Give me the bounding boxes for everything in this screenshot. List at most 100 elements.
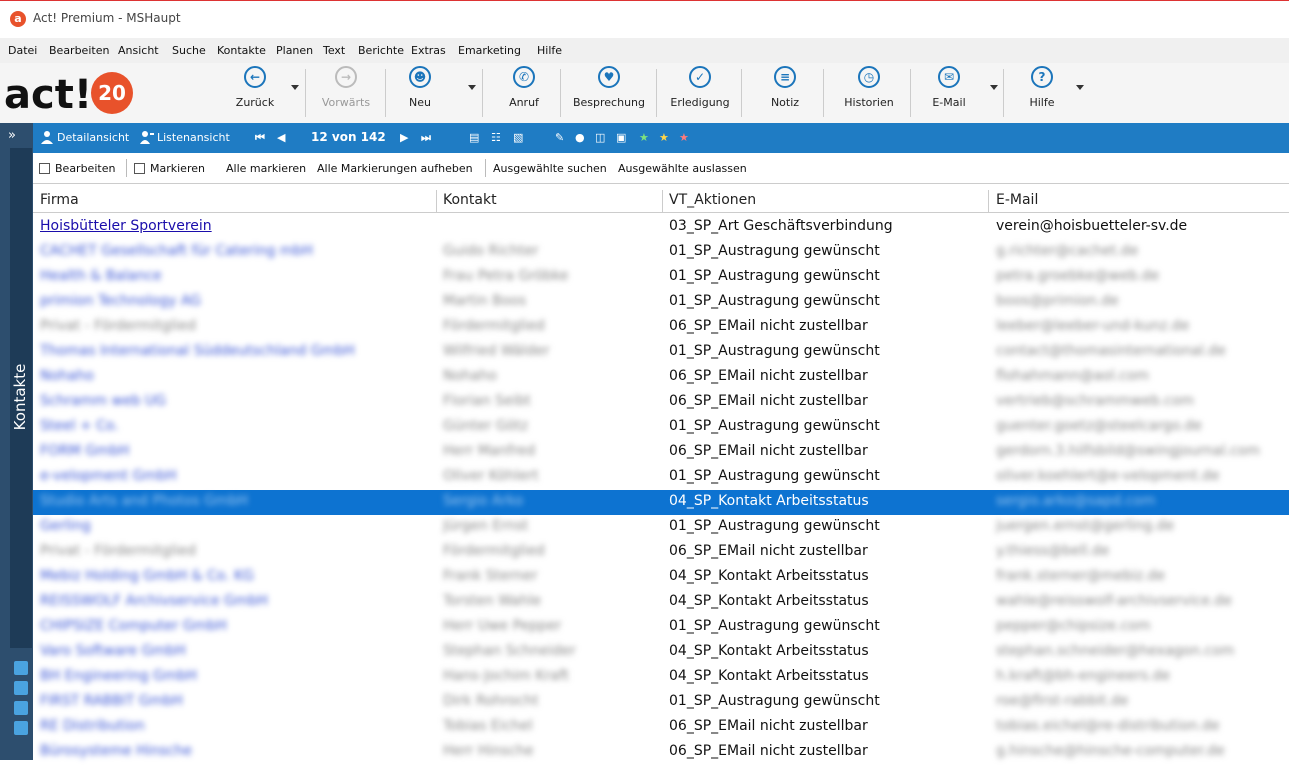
menu-suche[interactable]: Suche [172,44,206,57]
lookup-icon[interactable]: ☷ [491,131,501,144]
table-row[interactable]: Studio Arts and Photos GmbH Sergio Arko 04… [33,490,1289,515]
menu-ansicht[interactable]: Ansicht [118,44,159,57]
cell-firma[interactable]: REISSWOLF Archivservice GmbH [40,593,430,609]
table-row[interactable]: Steel + Co. Günter Götz 01_SP_Austragung g… [33,415,1289,440]
cell-firma[interactable]: Health & Balance [40,268,430,284]
cell-firma[interactable]: Hoisbütteler Sportverein [40,218,430,234]
cell-firma[interactable]: Nohaho [40,368,430,384]
kontakte-panel-tab[interactable]: Kontakte [10,148,32,648]
email-dropdown-icon[interactable] [990,85,998,90]
table-row[interactable]: Nohaho Nohaho 06_SP_EMail nicht zustellbar… [33,365,1289,390]
column-header-firma[interactable]: Firma [40,192,79,208]
menu-emarketing[interactable]: Emarketing [458,44,521,57]
back-dropdown-icon[interactable] [291,85,299,90]
report-icon[interactable]: ▧ [513,131,523,144]
table-row[interactable]: Privat - Fördermitglied Fördermitglied 06_… [33,540,1289,565]
menu-bearbeiten[interactable]: Bearbeiten [49,44,109,57]
calendar-icon[interactable] [14,721,28,735]
column-header-kontakt[interactable]: Kontakt [443,192,497,208]
menu-kontakte[interactable]: Kontakte [217,44,266,57]
menu-berichte[interactable]: Berichte [358,44,404,57]
table-row[interactable]: e-velopment GmbH Oliver Köhlert 01_SP_Aust… [33,465,1289,490]
table-row[interactable]: Gerling Jürgen Ernst 01_SP_Austragung gewü… [33,515,1289,540]
mark-checkbox[interactable] [134,163,145,174]
column-header-vt-aktionen[interactable]: VT_Aktionen [669,192,756,208]
menu-planen[interactable]: Planen [276,44,313,57]
menu-hilfe[interactable]: Hilfe [537,44,562,57]
contact-icon[interactable] [14,661,28,675]
cell-firma[interactable]: Gerling [40,518,430,534]
cell-firma[interactable]: Privat - Fördermitglied [40,318,430,334]
cell-firma[interactable]: RE Distribution [40,718,430,734]
table-row[interactable]: Mebiz Holding GmbH & Co. KG Frank Sterner… [33,565,1289,590]
new-button[interactable]: ☻ Neu [395,66,445,120]
table-row[interactable]: FORM GmbH Herr Manfred 06_SP_EMail nicht z… [33,440,1289,465]
edit-checkbox[interactable] [39,163,50,174]
mark-all-button[interactable]: Alle markieren [226,162,306,175]
table-row[interactable]: Varo Software GmbH Stephan Schneider 04_SP… [33,640,1289,665]
table-row[interactable]: Health & Balance Frau Petra Gröbke 01_SP_A… [33,265,1289,290]
table-row[interactable]: REISSWOLF Archivservice GmbH Torsten Wahl… [33,590,1289,615]
call-button[interactable]: ✆ Anruf [495,66,553,120]
back-button[interactable]: ← Zurück [225,66,285,120]
cell-firma[interactable]: primion Technology AG [40,293,430,309]
cell-firma[interactable]: CACHET Gesellschaft für Catering mbH [40,243,430,259]
cell-firma[interactable]: Bürosysteme Hinsche [40,743,430,759]
previous-record-icon[interactable]: ◀ [277,131,285,144]
omit-selected-button[interactable]: Ausgewählte auslassen [618,162,747,175]
todo-button[interactable]: ✓ Erledigung [665,66,735,120]
column-header-email[interactable]: E-Mail [996,192,1038,208]
detail-view-button[interactable]: Detailansicht [57,131,129,144]
first-record-icon[interactable]: ⏮ [255,131,265,145]
search-selected-button[interactable]: Ausgewählte suchen [493,162,607,175]
yellow-star-icon[interactable]: ★ [659,131,669,144]
cell-firma[interactable]: BH Engineering GmbH [40,668,430,684]
group-icon[interactable] [14,681,28,695]
last-record-icon[interactable]: ⏭ [421,131,431,145]
menu-datei[interactable]: Datei [8,44,37,57]
table-row[interactable]: RE Distribution Tobias Eichel 06_SP_EMail … [33,715,1289,740]
table-row[interactable]: Schramm web UG Florian Seibt 06_SP_EMail n… [33,390,1289,415]
email-button[interactable]: ✉ E-Mail [920,66,978,120]
red-star-icon[interactable]: ★ [679,131,689,144]
company-icon[interactable] [14,701,28,715]
cell-firma[interactable]: FORM GmbH [40,443,430,459]
table-row[interactable]: Thomas International Süddeutschland GmbH… [33,340,1289,365]
help-dropdown-icon[interactable] [1076,85,1084,90]
cell-firma[interactable]: FIRST RABBIT GmbH [40,693,430,709]
menu-text[interactable]: Text [323,44,345,57]
cell-firma[interactable]: Schramm web UG [40,393,430,409]
cell-firma[interactable]: CHIPSIZE Computer GmbH [40,618,430,634]
columns-icon[interactable]: ◫ [595,131,605,144]
table-row[interactable]: primion Technology AG Martin Boos 01_SP_Au… [33,290,1289,315]
help-button[interactable]: ? Hilfe [1012,66,1072,120]
meeting-button[interactable]: ♥ Besprechung [565,66,653,120]
cell-firma[interactable]: e-velopment GmbH [40,468,430,484]
cell-firma[interactable]: Varo Software GmbH [40,643,430,659]
cell-firma[interactable]: Mebiz Holding GmbH & Co. KG [40,568,430,584]
table-row[interactable]: BH Engineering GmbH Hans-Jochim Kraft 04_S… [33,665,1289,690]
table-row[interactable]: Bürosysteme Hinsche Herr Hinsche 06_SP_EMa… [33,740,1289,765]
export-icon[interactable]: ▣ [616,131,626,144]
new-dropdown-icon[interactable] [468,85,476,90]
expand-sidebar-icon[interactable]: » [8,128,16,143]
table-row[interactable]: CACHET Gesellschaft für Catering mbH Guid… [33,240,1289,265]
note-button[interactable]: ≡ Notiz [757,66,813,120]
forward-button[interactable]: → Vorwärts [315,66,377,120]
green-star-icon[interactable]: ★ [639,131,649,144]
print-icon[interactable]: ▤ [469,131,479,144]
unmark-all-button[interactable]: Alle Markierungen aufheben [317,162,473,175]
table-row[interactable]: FIRST RABBIT GmbH Dirk Rohrocht 01_SP_Aust… [33,690,1289,715]
table-row[interactable]: Hoisbütteler Sportverein 03_SP_Art Geschä… [33,215,1289,240]
cell-firma[interactable]: Studio Arts and Photos GmbH [40,493,430,509]
cell-firma[interactable]: Steel + Co. [40,418,430,434]
edit-label[interactable]: Bearbeiten [55,162,115,175]
list-view-button[interactable]: Listenansicht [157,131,230,144]
history-button[interactable]: ◷ Historien [836,66,902,120]
mark-label[interactable]: Markieren [150,162,205,175]
cell-firma[interactable]: Privat - Fördermitglied [40,543,430,559]
table-row[interactable]: CHIPSIZE Computer GmbH Herr Uwe Pepper 01_… [33,615,1289,640]
next-record-icon[interactable]: ▶ [400,131,408,144]
attach-icon[interactable]: ✎ [555,131,564,144]
menu-extras[interactable]: Extras [411,44,446,57]
